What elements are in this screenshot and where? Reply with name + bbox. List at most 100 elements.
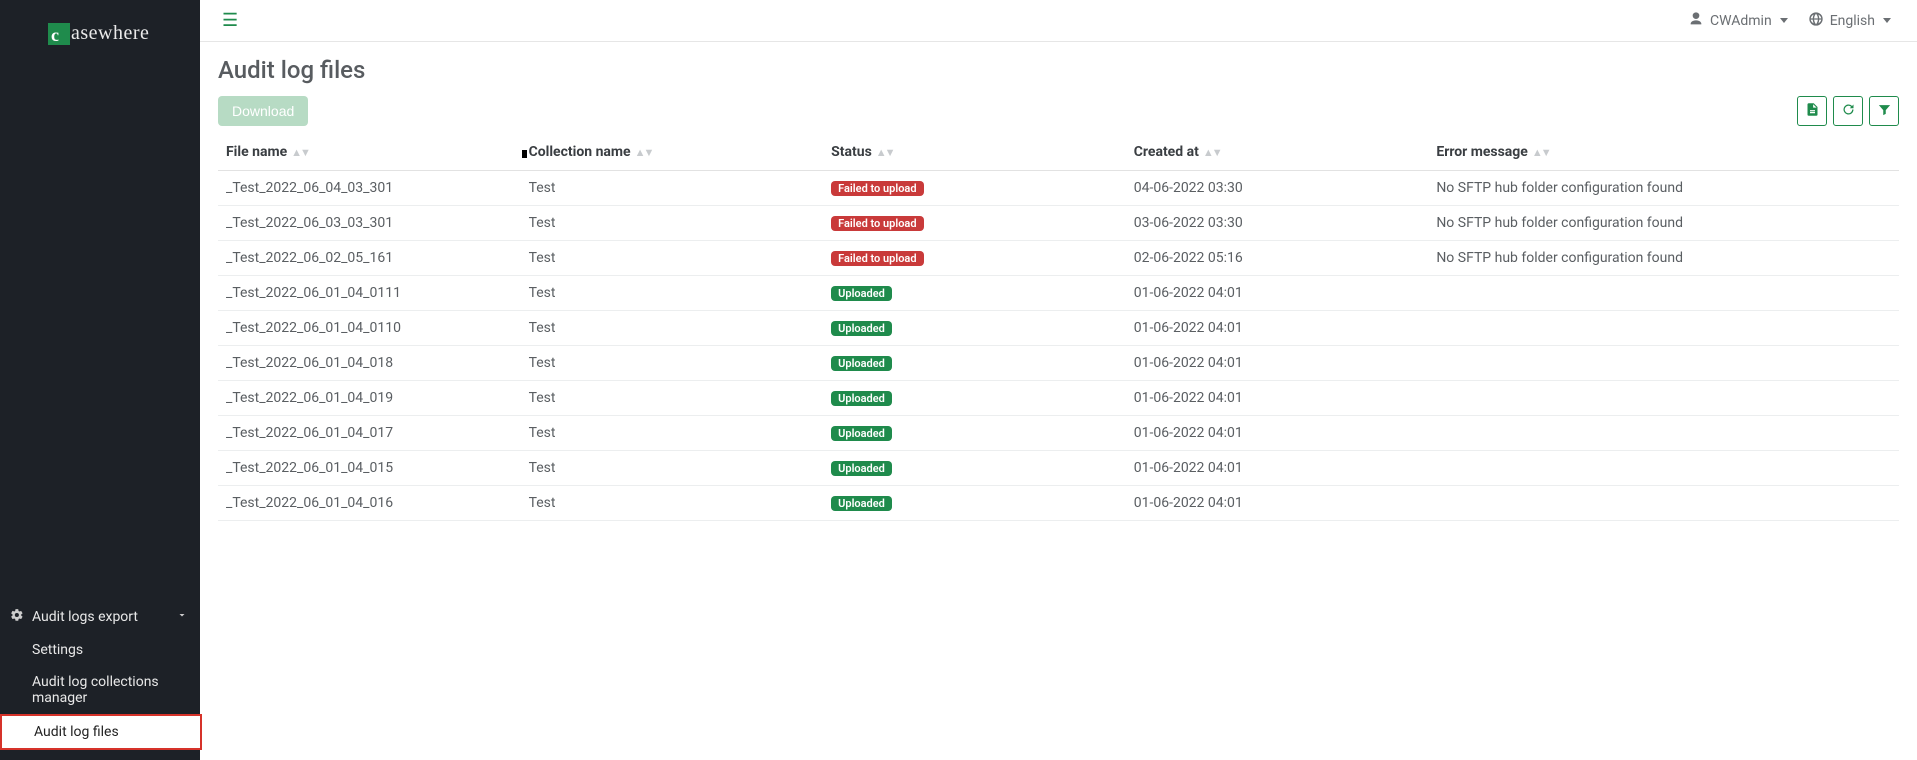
column-header-error-message[interactable]: Error message▲▼ — [1428, 134, 1899, 171]
cell-error-message — [1428, 311, 1899, 346]
cell-status: Failed to upload — [823, 241, 1126, 276]
brand-logo: c asewhere — [0, 0, 200, 63]
refresh-button[interactable] — [1833, 96, 1863, 126]
caret-down-icon — [1780, 18, 1788, 23]
sort-icon: ▲▼ — [291, 146, 309, 159]
sidebar-item-collections-manager[interactable]: Audit log collections manager — [0, 666, 200, 714]
cell-file-name: _Test_2022_06_02_05_161 — [218, 241, 521, 276]
status-badge: Uploaded — [831, 286, 892, 301]
cell-created-at: 01-06-2022 04:01 — [1126, 451, 1429, 486]
cell-created-at: 01-06-2022 04:01 — [1126, 486, 1429, 521]
language-menu[interactable]: English — [1798, 7, 1901, 35]
download-button[interactable]: Download — [218, 96, 308, 126]
table-row[interactable]: _Test_2022_06_01_04_019Test Uploaded 01-06… — [218, 381, 1899, 416]
status-badge: Failed to upload — [831, 251, 923, 266]
sort-icon: ▲▼ — [1203, 146, 1221, 159]
cell-file-name: _Test_2022_06_01_04_019 — [218, 381, 521, 416]
cell-error-message: No SFTP hub folder configuration found — [1428, 241, 1899, 276]
sidebar-item-label: Audit log collections manager — [32, 674, 159, 706]
cell-status: Failed to upload — [823, 206, 1126, 241]
status-badge: Uploaded — [831, 461, 892, 476]
cell-collection-name: Test — [521, 451, 824, 486]
cell-status: Uploaded — [823, 346, 1126, 381]
topbar: ☰ CWAdmin English — [200, 0, 1917, 42]
status-badge: Uploaded — [831, 391, 892, 406]
filter-icon — [1877, 102, 1892, 120]
cell-collection-name: Test — [521, 241, 824, 276]
cell-file-name: _Test_2022_06_01_04_0111 — [218, 276, 521, 311]
cell-error-message: No SFTP hub folder configuration found — [1428, 206, 1899, 241]
table-row[interactable]: _Test_2022_06_01_04_017TestUploaded01-06… — [218, 416, 1899, 451]
cell-status: Uploaded — [823, 416, 1126, 451]
sidebar-group-audit-logs-export[interactable]: Audit logs export — [0, 600, 200, 634]
column-header-file-name[interactable]: File name▲▼ — [218, 134, 521, 171]
user-menu[interactable]: CWAdmin — [1678, 7, 1798, 35]
sort-icon: ▲▼ — [635, 146, 653, 159]
cell-error-message — [1428, 276, 1899, 311]
cell-created-at: 01-06-2022 04:01 — [1126, 381, 1429, 416]
sort-icon: ▲▼ — [1532, 146, 1550, 159]
hamburger-icon[interactable]: ☰ — [216, 6, 244, 35]
table-row[interactable]: _Test_2022_06_02_05_161Test Failed to upl… — [218, 241, 1899, 276]
cell-collection-name: Test — [521, 486, 824, 521]
filter-button[interactable] — [1869, 96, 1899, 126]
cell-created-at: 03-06-2022 03:30 — [1126, 206, 1429, 241]
globe-icon — [1808, 11, 1824, 31]
sidebar: c asewhere Audit logs export Settings Au… — [0, 0, 200, 760]
cell-status: Uploaded — [823, 276, 1126, 311]
brand-word: asewhere — [71, 22, 149, 45]
status-badge: Failed to upload — [831, 216, 923, 231]
cell-error-message — [1428, 381, 1899, 416]
cell-file-name: _Test_2022_06_03_03_301 — [218, 206, 521, 241]
caret-down-icon — [1883, 18, 1891, 23]
table-row[interactable]: _Test_2022_06_01_04_0111TestUploaded01-0… — [218, 276, 1899, 311]
cell-file-name: _Test_2022_06_01_04_0110 — [218, 311, 521, 346]
sidebar-group-label: Audit logs export — [32, 609, 138, 625]
cell-collection-name: Test — [521, 346, 824, 381]
cell-status: Uploaded — [823, 381, 1126, 416]
cell-file-name: _Test_2022_06_04_03_301 — [218, 171, 521, 206]
table-row[interactable]: _Test_2022_06_01_04_015TestUploaded01-06… — [218, 451, 1899, 486]
status-badge: Uploaded — [831, 496, 892, 511]
cell-created-at: 01-06-2022 04:01 — [1126, 311, 1429, 346]
column-header-collection-name[interactable]: Collection name▲▼ — [521, 134, 824, 171]
cell-collection-name: Test — [521, 381, 824, 416]
export-button[interactable] — [1797, 96, 1827, 126]
cell-status: Uploaded — [823, 451, 1126, 486]
cell-created-at: 01-06-2022 04:01 — [1126, 346, 1429, 381]
user-label: CWAdmin — [1710, 13, 1772, 29]
page-title: Audit log files — [218, 56, 1899, 84]
status-badge: Uploaded — [831, 321, 892, 336]
table-row[interactable]: _Test_2022_06_04_03_301TestFailed to upl… — [218, 171, 1899, 206]
table-row[interactable]: _Test_2022_06_01_04_0110TestUploaded01-0… — [218, 311, 1899, 346]
sidebar-item-settings[interactable]: Settings — [0, 634, 200, 666]
table-row[interactable]: _Test_2022_06_03_03_301Test Failed to upl… — [218, 206, 1899, 241]
table-row[interactable]: _Test_2022_06_01_04_018Test Uploaded 01-06… — [218, 346, 1899, 381]
sidebar-item-label: Audit log files — [34, 724, 119, 740]
cell-error-message — [1428, 346, 1899, 381]
cell-created-at: 01-06-2022 04:01 — [1126, 416, 1429, 451]
cell-status: Uploaded — [823, 311, 1126, 346]
sort-icon: ▲▼ — [876, 146, 894, 159]
toolbar: Download — [218, 96, 1899, 126]
user-icon — [1688, 11, 1704, 31]
cell-collection-name: Test — [521, 206, 824, 241]
cell-collection-name: Test — [521, 416, 824, 451]
cell-status: Failed to upload — [823, 171, 1126, 206]
cell-error-message — [1428, 486, 1899, 521]
cell-file-name: _Test_2022_06_01_04_017 — [218, 416, 521, 451]
chevron-down-icon — [176, 609, 188, 625]
cell-created-at: 01-06-2022 04:01 — [1126, 276, 1429, 311]
brand-mark-icon: c — [48, 23, 70, 45]
column-header-status[interactable]: Status▲▼ — [823, 134, 1126, 171]
gear-icon — [10, 608, 24, 626]
sidebar-item-audit-log-files[interactable]: Audit log files — [0, 714, 202, 750]
cell-created-at: 02-06-2022 05:16 — [1126, 241, 1429, 276]
cell-error-message — [1428, 416, 1899, 451]
status-badge: Uploaded — [831, 356, 892, 371]
column-header-created-at[interactable]: Created at▲▼ — [1126, 134, 1429, 171]
cell-created-at: 04-06-2022 03:30 — [1126, 171, 1429, 206]
audit-log-table: File name▲▼ Collection name▲▼ Status▲▼ C… — [218, 134, 1899, 521]
table-row[interactable]: _Test_2022_06_01_04_016TestUploaded01-06… — [218, 486, 1899, 521]
cell-file-name: _Test_2022_06_01_04_018 — [218, 346, 521, 381]
